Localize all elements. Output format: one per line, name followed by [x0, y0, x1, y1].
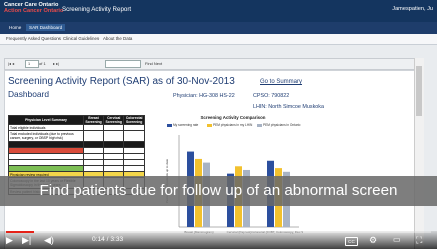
- tab-home[interactable]: Home: [6, 24, 24, 31]
- report-toolbar: |◂ ◂ 1 of 1 ▸ ▸| Find Next: [4, 58, 416, 70]
- table-cell: [123, 130, 145, 142]
- page-number-input[interactable]: 1: [25, 60, 39, 68]
- table-header: Cervical Screening: [103, 115, 125, 125]
- lhin-label: LHIN: North Simcoe Muskoka: [253, 104, 324, 110]
- theater-mode-icon[interactable]: ▭: [393, 235, 401, 245]
- separator-icon: ›: [98, 36, 100, 41]
- next-page-icon[interactable]: ▸ ▸|: [53, 61, 59, 66]
- video-time: 0:14 / 3:33: [92, 236, 124, 243]
- separator-icon: ›: [58, 36, 60, 41]
- legend-item: PEM physicians in my LHIN: [207, 123, 252, 127]
- nav-bar: Home SAR Dashboard: [0, 22, 437, 34]
- table-header: Physician Level Summary: [8, 115, 84, 125]
- fullscreen-icon[interactable]: ⛶: [416, 235, 422, 245]
- legend-item: My screening rate: [167, 123, 198, 127]
- legend-swatch: [257, 123, 262, 127]
- sub-nav: Frequently Asked Questions › Clinical Gu…: [0, 34, 437, 45]
- dashboard-heading: Dashboard: [8, 89, 49, 99]
- vertical-scrollbar[interactable]: [414, 58, 424, 249]
- legend-item: PEM physicians in Ontario: [257, 123, 300, 127]
- legend-label: PEM physicians in my LHIN: [213, 123, 253, 127]
- table-cell: Total excluded individuals (due to previ…: [8, 130, 84, 142]
- chart-title: Screening Activity Comparison: [200, 115, 266, 120]
- video-frame[interactable]: Cancer Care Ontario Action Cancer Ontari…: [0, 0, 437, 249]
- goto-summary-link[interactable]: Go to Summary: [260, 79, 302, 85]
- scrollbar-thumb[interactable]: [416, 66, 422, 116]
- logo-line2: Action Cancer Ontario: [4, 8, 64, 15]
- legend-swatch: [207, 123, 212, 127]
- report-page: Screening Activity Report (SAR) as of 30…: [4, 70, 416, 249]
- settings-icon[interactable]: ⚙: [369, 235, 377, 245]
- subnav-faq[interactable]: Frequently Asked Questions: [6, 36, 61, 41]
- app-title: Screening Activity Report: [62, 6, 132, 13]
- table-header: Colorectal Screening: [123, 115, 145, 125]
- table-header: Breast Screening: [82, 115, 105, 125]
- captions-button[interactable]: CC: [345, 237, 358, 246]
- table-row: Total excluded individuals (due to previ…: [8, 130, 145, 142]
- page-total: of 1: [39, 61, 46, 66]
- logo[interactable]: Cancer Care Ontario Action Cancer Ontari…: [4, 2, 63, 14]
- subnav-guidelines[interactable]: Clinical Guidelines: [63, 36, 99, 41]
- subnav-about[interactable]: About the Data: [103, 36, 132, 41]
- table-header-row: Physician Level Summary Breast Screening…: [8, 115, 145, 125]
- find-input[interactable]: [105, 60, 141, 68]
- table-cell: [82, 130, 105, 142]
- progress-bar[interactable]: [6, 231, 431, 233]
- physician-label: Physician: HG-308 HS-22: [173, 93, 235, 99]
- table-cell: [103, 130, 125, 142]
- report-title: Screening Activity Report (SAR) as of 30…: [8, 76, 235, 87]
- play-icon[interactable]: ▶: [6, 235, 13, 245]
- next-video-icon[interactable]: ▶|: [22, 235, 31, 245]
- cpso-label: CPSO: 790822: [253, 93, 290, 99]
- legend-label: My screening rate: [173, 123, 199, 127]
- volume-icon[interactable]: ◀): [44, 235, 54, 245]
- progress-fill: [6, 231, 35, 233]
- chart-legend: My screening rate PEM physicians in my L…: [167, 123, 303, 129]
- tab-sar-dashboard[interactable]: SAR Dashboard: [26, 24, 66, 31]
- find-next-link[interactable]: Find Next: [145, 61, 162, 66]
- app-header: Cancer Care Ontario Action Cancer Ontari…: [0, 0, 437, 22]
- user-name[interactable]: Jamespatien, Ju: [392, 6, 433, 12]
- video-caption: Find patients due for follow up of an ab…: [0, 176, 437, 206]
- legend-swatch: [167, 123, 172, 127]
- first-page-icon[interactable]: |◂ ◂: [8, 61, 14, 66]
- legend-label: PEM physicians in Ontario: [263, 123, 301, 127]
